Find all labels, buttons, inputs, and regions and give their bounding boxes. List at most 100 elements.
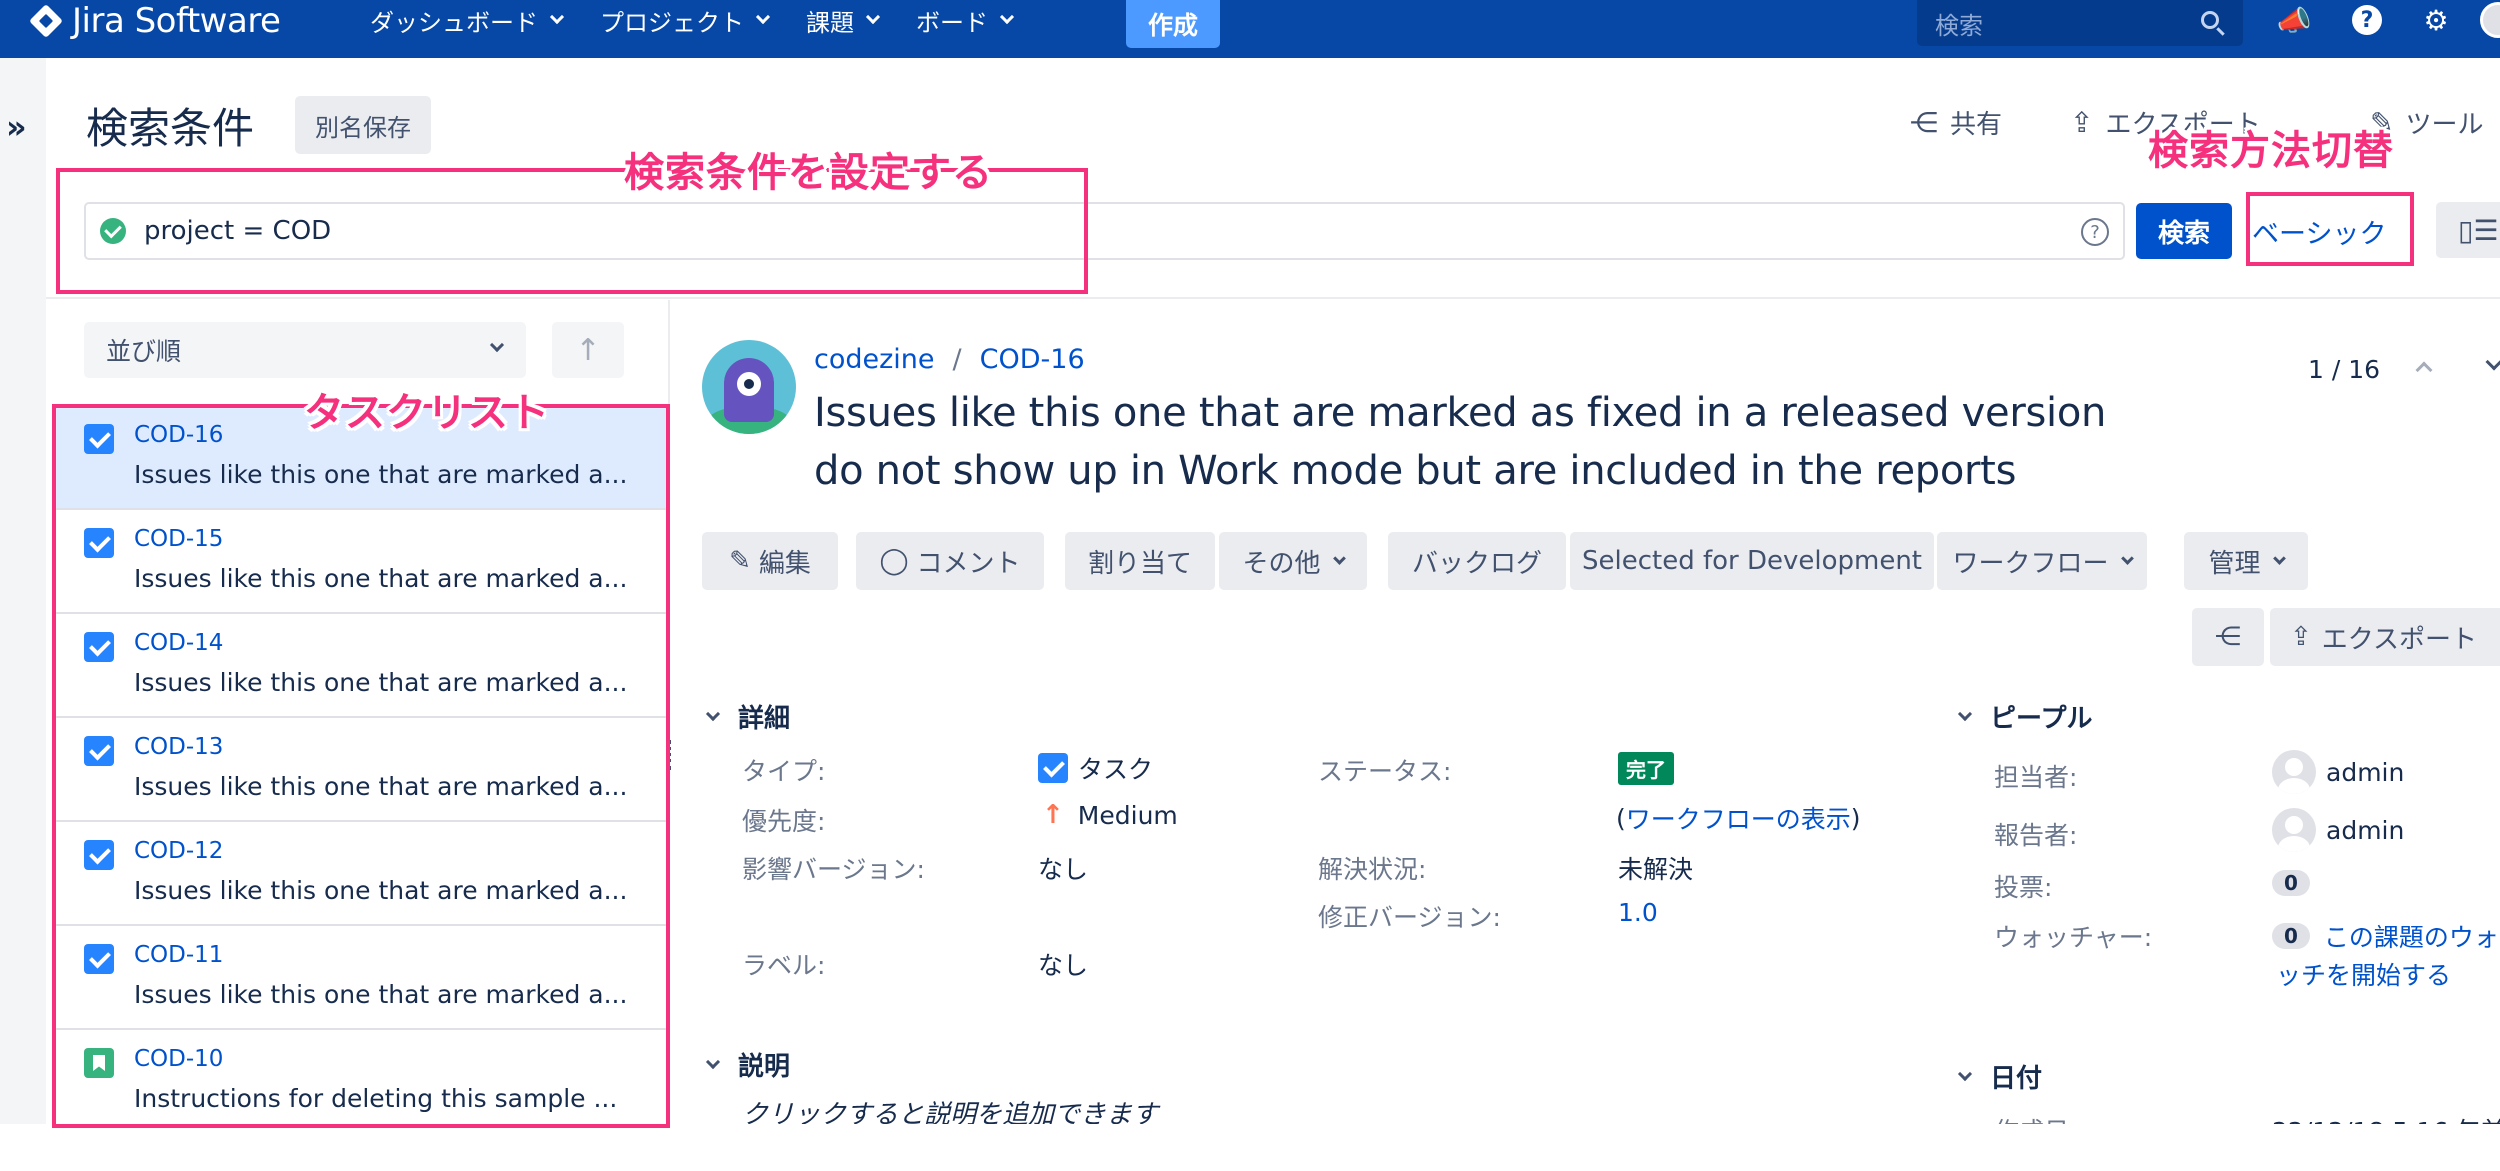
assign-button[interactable]: 割り当て [1065,532,1215,590]
workflow-dropdown[interactable]: ワークフロー [1937,532,2147,590]
collapsed-sidebar: » [0,58,46,1124]
task-type-icon [1038,753,1068,783]
reporter-value[interactable]: admin [2272,808,2404,852]
breadcrumb: codezine / COD-16 [814,344,1085,375]
page-title: 検索条件 [86,104,255,153]
annotation-label-search-criteria: 検索条件を設定する [624,150,993,196]
logo-text: Jira Software [72,1,281,41]
details-section-toggle[interactable]: 詳細 [705,698,790,735]
gear-icon[interactable]: ⚙ [2420,4,2452,37]
edit-button[interactable]: ✎ 編集 [702,532,838,590]
jira-logo[interactable]: Jira Software [28,0,281,42]
view-workflow-link[interactable]: ワークフローの表示 [1626,800,1851,836]
chevron-down-icon [2120,551,2134,565]
chevron-down-icon [999,9,1015,25]
page-bottom-edge [0,1124,2500,1171]
arrow-up-icon: ↑ [575,332,601,368]
syntax-help-icon[interactable]: ? [2081,218,2109,246]
start-watching-link[interactable]: この課題のウォ [2324,918,2499,954]
annotation-label-task-list: タスクリスト [304,390,550,436]
votes-label: 投票: [1994,873,2053,902]
avatar [2272,750,2316,794]
share-icon: ⋲ [1910,106,1938,139]
start-watching-link-line2[interactable]: ッチを開始する [2276,956,2451,992]
chevron-down-icon [549,9,565,25]
watchers-label: ウォッチャー: [1994,923,2153,952]
project-avatar[interactable] [702,340,796,434]
status-value: 完了 [1618,752,1674,785]
annotation-box-task-list [52,404,670,1128]
priority-medium-icon: ↑ [1042,800,1064,830]
share-button[interactable]: ⋲ 共有 [1910,104,2002,141]
breadcrumb-issue-key[interactable]: COD-16 [980,344,1085,375]
share-issue-button[interactable]: ⋲ [2192,608,2264,666]
backlog-transition-button[interactable]: バックログ [1388,532,1566,590]
global-search-input[interactable]: 検索 [1917,0,2243,46]
chevron-down-icon [705,1054,721,1069]
chevron-down-icon [2272,551,2286,565]
vote-count-badge: 0 [2272,870,2310,896]
comment-button[interactable]: ◯ コメント [856,532,1044,590]
chevron-down-icon [1332,551,1346,565]
status-label: ステータス: [1318,757,1452,786]
assignee-value[interactable]: admin [2272,750,2404,794]
votes-value[interactable]: 0 [2272,870,2324,896]
people-section-toggle[interactable]: ピープル [1957,698,2092,735]
watchers-value: 0 この課題のウォ [2272,918,2499,954]
main-menu: ダッシュボード プロジェクト 課題 ボード [370,0,1050,40]
comment-icon: ◯ [879,546,909,576]
resolution-label: 解決状況: [1318,855,1427,884]
breadcrumb-project[interactable]: codezine [814,344,935,375]
help-icon[interactable]: ? [2352,5,2382,35]
type-value: タスク [1038,750,1153,786]
menu-projects[interactable]: プロジェクト [600,3,771,38]
fix-version-label: 修正バージョン: [1318,903,1501,932]
export-icon: ⇪ [2070,106,2094,139]
admin-dropdown[interactable]: 管理 [2184,532,2308,590]
status-badge: 完了 [1618,752,1674,785]
previous-issue-icon[interactable] [2415,361,2433,379]
chevron-down-icon [1957,706,1973,721]
export-icon: ⇪ [2290,622,2312,652]
search-icon [2201,11,2219,29]
save-as-button[interactable]: 別名保存 [295,96,431,154]
share-icon: ⋲ [2215,622,2241,652]
issue-title[interactable]: Issues like this one that are marked as … [814,384,2154,500]
menu-dashboard[interactable]: ダッシュボード [370,3,565,38]
affects-version-label: 影響バージョン: [742,855,925,884]
chevron-down-icon [489,337,505,353]
labels-value[interactable]: なし [1038,946,1088,982]
workflow-view: (ワークフローの表示) [1616,800,1861,836]
export-issue-button[interactable]: ⇪ エクスポート [2270,608,2500,666]
sort-order-select[interactable]: 並び順 [84,322,526,378]
watch-count-badge: 0 [2272,923,2310,949]
profile-avatar[interactable] [2480,2,2500,38]
header-divider [46,297,2500,299]
layout-switcher-icon[interactable]: ▯☰ [2436,202,2500,258]
description-section-toggle[interactable]: 説明 [705,1046,790,1083]
selected-for-development-button[interactable]: Selected for Development [1570,532,1934,590]
priority-label: 優先度: [742,807,826,836]
more-actions-dropdown[interactable]: その他 [1219,532,1367,590]
fix-version-link[interactable]: 1.0 [1618,898,1658,927]
annotation-box-search-mode [2246,192,2414,266]
megaphone-icon[interactable]: 📣 [2277,4,2312,37]
dates-section-toggle[interactable]: 日付 [1957,1058,2042,1095]
assignee-label: 担当者: [1994,763,2078,792]
resolution-value: 未解決 [1618,855,1694,884]
sort-direction-button[interactable]: ↑ [552,322,624,378]
search-button[interactable]: 検索 [2136,203,2232,259]
reporter-label: 報告者: [1994,821,2078,850]
expand-sidebar-icon[interactable]: » [6,108,27,146]
top-navigation-bar: Jira Software ダッシュボード プロジェクト 課題 ボード 作成 検… [0,0,2500,58]
menu-issues[interactable]: 課題 [806,3,881,38]
chevron-down-icon [1957,1066,1973,1081]
affects-version-value[interactable]: なし [1038,850,1088,886]
create-button[interactable]: 作成 [1126,0,1220,48]
chevron-down-icon [865,9,881,25]
pager-count: 1 / 16 [2308,355,2381,384]
menu-boards[interactable]: ボード [916,3,1015,38]
next-issue-icon[interactable] [2485,353,2500,371]
priority-value[interactable]: ↑ Medium [1042,800,1178,830]
annotation-label-search-mode: 検索方法切替 [2148,128,2394,174]
